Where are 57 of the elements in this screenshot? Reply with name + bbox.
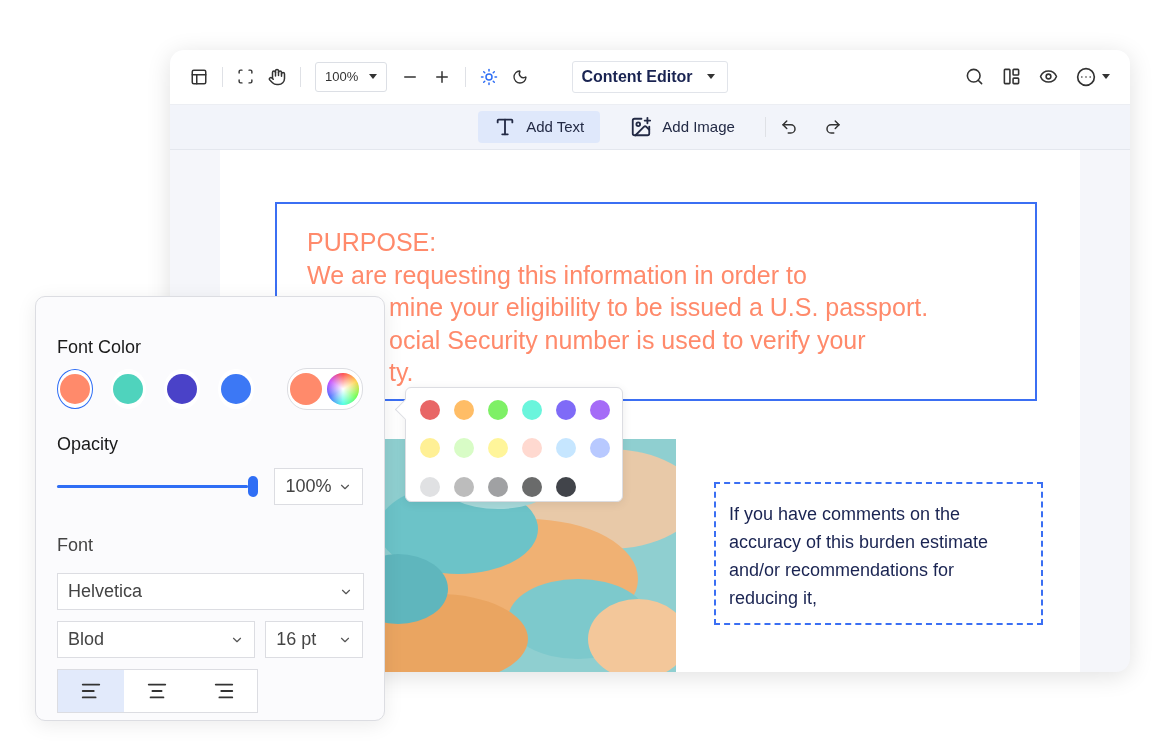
custom-color-picker[interactable]	[286, 368, 363, 410]
palette-color[interactable]	[420, 400, 440, 420]
palette-color[interactable]	[454, 438, 474, 459]
moon-icon[interactable]	[512, 68, 528, 85]
palette-color[interactable]	[454, 400, 474, 420]
opacity-select[interactable]: 100%	[274, 468, 363, 505]
font-family-select[interactable]: Helvetica	[57, 573, 364, 610]
tool-button[interactable]: Add Image	[614, 110, 751, 143]
palette-color[interactable]	[488, 438, 508, 459]
mode-dropdown[interactable]: Content Editor	[572, 60, 728, 93]
undo-icon[interactable]	[779, 117, 798, 136]
color-swatch[interactable]	[164, 369, 200, 409]
palette-color[interactable]	[522, 438, 542, 459]
purpose-text-line: mine your eligibility to be issued a U.S. passport.	[388, 292, 930, 323]
palette-color[interactable]	[556, 476, 576, 497]
palette-color[interactable]	[488, 476, 508, 497]
purpose-text-line: PURPOSE:	[307, 227, 438, 258]
note-text-box[interactable]: If you have comments on the accuracy of this burden estimate and/or recommendations for reducing it,	[714, 482, 1043, 625]
zoom-select[interactable]: 100%	[315, 61, 387, 92]
font-weight-select[interactable]: Blod	[57, 621, 256, 658]
palette-color[interactable]	[590, 400, 610, 420]
color-swatch[interactable]	[217, 369, 254, 409]
align-button[interactable]	[58, 670, 125, 712]
caret-icon	[369, 74, 377, 80]
color-wheel-icon[interactable]	[327, 373, 360, 405]
purpose-text-line: ocial Security number is used to verify your	[388, 324, 867, 356]
palette-color[interactable]	[556, 438, 576, 459]
image-icon	[630, 115, 653, 138]
palette-color[interactable]	[420, 476, 440, 497]
caret-icon	[1102, 74, 1110, 80]
more-icon[interactable]	[1076, 66, 1110, 87]
palette-color[interactable]	[420, 438, 440, 459]
layout-icon[interactable]	[190, 67, 208, 86]
palette-color[interactable]	[522, 476, 542, 497]
slider-thumb[interactable]	[248, 476, 259, 497]
layout-icon[interactable]	[1002, 67, 1021, 87]
opacity-title: Opacity	[57, 434, 120, 455]
font-size-select[interactable]: 16 pt	[265, 621, 363, 658]
palette-color[interactable]	[522, 400, 542, 420]
palette-color[interactable]	[488, 400, 508, 420]
hand-icon[interactable]	[268, 67, 286, 86]
palette-color[interactable]	[590, 438, 610, 459]
font-color-title: Font Color	[57, 337, 143, 358]
font-title: Font	[57, 535, 95, 556]
purpose-text-line: We are requesting this information in order to	[307, 259, 808, 291]
caret-icon	[706, 74, 715, 80]
palette-color[interactable]	[556, 400, 576, 420]
search-icon[interactable]	[965, 67, 984, 87]
opacity-slider[interactable]	[57, 476, 259, 497]
sun-icon[interactable]	[480, 67, 498, 86]
purpose-text-line: ty.	[388, 357, 415, 388]
color-swatch[interactable]	[57, 369, 93, 409]
redo-icon[interactable]	[823, 117, 842, 136]
tool-button[interactable]: Add Text	[478, 110, 601, 143]
color-swatch[interactable]	[110, 369, 147, 409]
fullscreen-icon[interactable]	[237, 68, 254, 86]
palette-color[interactable]	[454, 476, 474, 497]
